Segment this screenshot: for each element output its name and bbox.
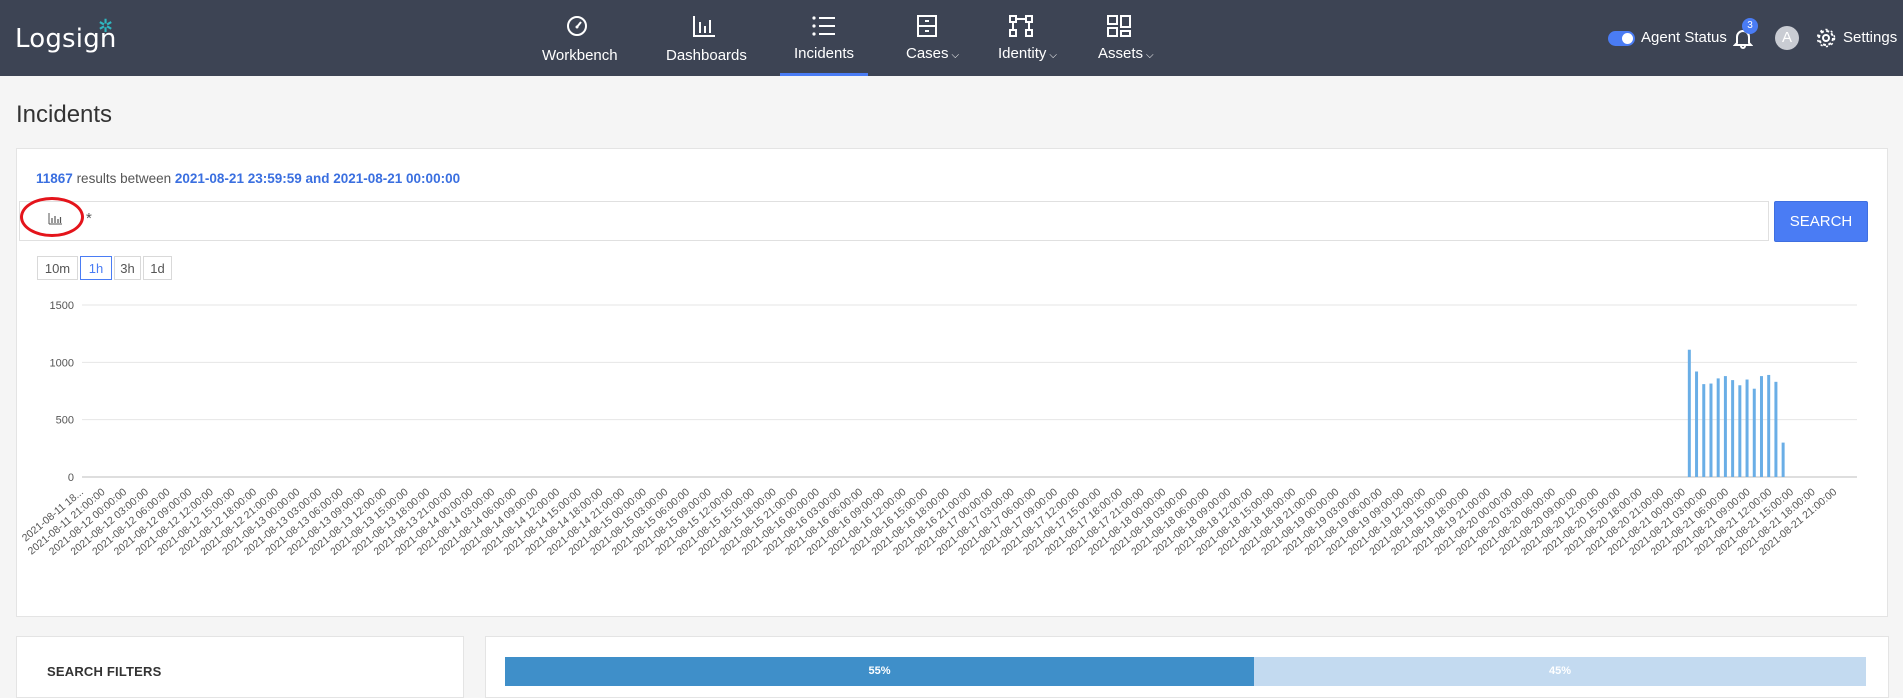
- page-title: Incidents: [16, 101, 113, 128]
- nav-workbench[interactable]: Workbench: [540, 0, 618, 76]
- agent-status-toggle[interactable]: [1608, 31, 1635, 46]
- results-range[interactable]: 2021-08-21 23:59:59 and 2021-08-21 00:00…: [175, 171, 460, 186]
- nodes-icon: [1009, 15, 1033, 37]
- results-summary: 11867 results between 2021-08-21 23:59:5…: [36, 171, 460, 186]
- gauge-icon: [567, 16, 587, 36]
- chevron-down-icon: ⌵: [951, 50, 960, 61]
- active-tab-indicator: [780, 73, 868, 76]
- nav-assets[interactable]: Assets ⌵: [1096, 0, 1156, 76]
- nav-cases[interactable]: Cases ⌵: [902, 0, 962, 76]
- grid-icon: [1107, 15, 1131, 37]
- distribution-bar-left[interactable]: 55%: [505, 657, 1254, 686]
- histogram-bar: [1767, 374, 1771, 477]
- histogram-bar: [1781, 442, 1785, 477]
- settings-link[interactable]: Settings: [1843, 29, 1897, 46]
- nav-identity[interactable]: Identity ⌵: [996, 0, 1062, 76]
- nav-identity-label-wrap: Identity ⌵: [998, 45, 1057, 62]
- histogram-bar: [1738, 385, 1742, 477]
- search-button[interactable]: SEARCH: [1774, 201, 1868, 242]
- histogram-bar: [1709, 383, 1713, 477]
- distribution-bar-right[interactable]: 45%: [1254, 657, 1866, 686]
- search-query-input[interactable]: [19, 201, 1769, 241]
- nav-cases-label: Cases: [906, 45, 949, 62]
- histogram-bar: [1702, 384, 1706, 477]
- nav-identity-label: Identity: [998, 45, 1047, 62]
- top-navbar: Logsign ✲ Workbench Dashboards Incidents: [0, 0, 1903, 76]
- agent-status-label: Agent Status: [1641, 29, 1727, 46]
- nav-incidents-label: Incidents: [794, 45, 855, 62]
- chevron-down-icon: ⌵: [1146, 50, 1154, 61]
- notification-badge: 3: [1742, 18, 1758, 34]
- nav-assets-label: Assets: [1098, 45, 1144, 62]
- histogram-bar: [1723, 376, 1727, 477]
- histogram-bar: [1716, 378, 1720, 477]
- incidents-histogram: 0500100015002021-08-11 18...2021-08-11 2…: [20, 300, 1857, 558]
- nav-dashboards[interactable]: Dashboards: [664, 0, 747, 76]
- nav-cases-label-wrap: Cases ⌵: [906, 45, 959, 62]
- nav-workbench-label: Workbench: [542, 47, 618, 64]
- histogram-bar: [1745, 379, 1749, 477]
- histogram-bar: [1752, 388, 1756, 477]
- y-tick-label: 500: [56, 415, 74, 427]
- search-filters-title: SEARCH FILTERS: [47, 664, 162, 679]
- results-count: 11867: [36, 171, 73, 186]
- interval-3h[interactable]: 3h: [114, 256, 141, 280]
- logsign-logo[interactable]: Logsign ✲: [15, 16, 117, 54]
- highlight-annotation-circle: [20, 197, 84, 237]
- gear-icon[interactable]: [1814, 26, 1838, 50]
- interval-1h[interactable]: 1h: [80, 256, 112, 280]
- chevron-down-icon: ⌵: [1049, 50, 1057, 61]
- y-tick-label: 0: [68, 472, 74, 484]
- interval-1d[interactable]: 1d: [143, 256, 172, 280]
- y-tick-label: 1500: [50, 300, 74, 312]
- histogram-bar: [1731, 380, 1735, 477]
- avatar[interactable]: A: [1775, 26, 1799, 50]
- logo-mark-icon: ✲: [98, 16, 114, 37]
- bar-chart-icon: [693, 16, 715, 37]
- histogram-bar: [1687, 349, 1691, 477]
- cabinet-icon: [917, 15, 937, 37]
- interval-10m[interactable]: 10m: [37, 256, 78, 280]
- nav-incidents[interactable]: Incidents: [780, 0, 868, 76]
- nav-dashboards-label: Dashboards: [666, 47, 747, 64]
- search-query-value: *: [86, 210, 92, 227]
- nav-assets-label-wrap: Assets ⌵: [1098, 45, 1154, 62]
- histogram-bar: [1759, 376, 1763, 477]
- y-tick-label: 1000: [50, 357, 74, 369]
- results-between-text: results between: [76, 171, 172, 186]
- histogram-bar: [1695, 371, 1699, 477]
- histogram-bar: [1774, 381, 1778, 477]
- list-icon: [812, 16, 835, 36]
